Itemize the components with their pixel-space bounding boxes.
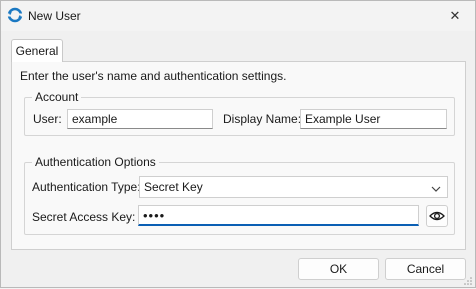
close-icon: ✕ bbox=[449, 8, 461, 23]
account-legend: Account bbox=[32, 90, 82, 104]
authentication-legend: Authentication Options bbox=[32, 155, 159, 169]
secret-key-field[interactable] bbox=[138, 205, 419, 226]
app-icon bbox=[7, 7, 23, 23]
cancel-button-label: Cancel bbox=[406, 262, 445, 276]
tab-general[interactable]: General bbox=[11, 39, 63, 62]
resize-grip-icon[interactable] bbox=[463, 275, 473, 285]
display-name-field[interactable] bbox=[300, 109, 447, 129]
eye-icon bbox=[429, 210, 445, 222]
auth-type-value: Secret Key bbox=[144, 180, 203, 194]
cancel-button[interactable]: Cancel bbox=[385, 258, 466, 280]
window-title: New User bbox=[28, 9, 81, 23]
close-button[interactable]: ✕ bbox=[441, 4, 469, 28]
user-field[interactable] bbox=[67, 109, 213, 129]
user-label: User: bbox=[33, 112, 62, 126]
ok-button-label: OK bbox=[329, 262, 348, 276]
new-user-dialog: New User ✕ General Enter the user's name… bbox=[0, 0, 476, 288]
auth-type-select[interactable]: Secret Key bbox=[139, 176, 448, 198]
secret-key-label: Secret Access Key: bbox=[32, 210, 136, 224]
display-name-label: Display Name: bbox=[223, 112, 302, 126]
ok-button[interactable]: OK bbox=[298, 258, 379, 280]
intro-text: Enter the user's name and authentication… bbox=[20, 69, 287, 83]
reveal-secret-button[interactable] bbox=[426, 205, 448, 227]
title-bar: New User ✕ bbox=[1, 1, 475, 31]
chevron-down-icon bbox=[431, 183, 441, 193]
tab-general-label: General bbox=[15, 44, 59, 58]
auth-type-label: Authentication Type: bbox=[32, 180, 141, 194]
